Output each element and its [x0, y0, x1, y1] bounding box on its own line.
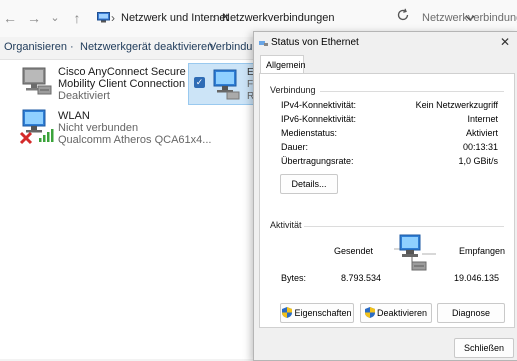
connection-device: Qualcomm Atheros QCA61x4...: [58, 134, 212, 146]
list-item-ethernet-selected[interactable]: ✓ Et Fi R: [188, 63, 258, 105]
duration-value: 00:13:31: [462, 142, 498, 152]
network-connection-icon: [259, 41, 268, 46]
received-label: Empfangen: [459, 246, 506, 256]
disable-network-device-button[interactable]: Netzwerkgerät deaktivieren: [80, 41, 213, 53]
bytes-sent-value: 8.793.534: [341, 273, 382, 283]
connection-section-label: Verbindung: [270, 85, 316, 95]
connection-name-line2: Mobility Client Connection: [58, 78, 186, 90]
dialog-title: Status von Ethernet: [271, 37, 359, 48]
search-input[interactable]: Netzwerkverbindungen d: [416, 6, 517, 30]
network-activity-icon: [394, 234, 436, 271]
speed-label: Übertragungsrate:: [281, 156, 354, 166]
properties-button[interactable]: Eigenschaften: [280, 303, 354, 323]
tab-general[interactable]: Allgemein: [260, 55, 306, 75]
ipv4-value: Kein Netzwerkzugriff: [415, 100, 498, 110]
duration-label: Dauer:: [281, 142, 309, 152]
disable-button[interactable]: Deaktivieren: [360, 303, 432, 323]
ipv6-value: Internet: [467, 114, 498, 124]
general-tab-panel: Verbindung IPv4-Konnektivität: Kein Netz…: [259, 73, 515, 328]
list-item-wlan[interactable]: WLAN Nicht verbunden Qualcomm Atheros QC…: [17, 108, 211, 148]
forward-arrow-icon[interactable]: →: [26, 10, 42, 26]
list-item-cisco-anyconnect[interactable]: Cisco AnyConnect Secure Mobility Client …: [17, 64, 187, 104]
control-panel-network-icon: [97, 12, 110, 23]
ipv4-label: IPv4-Konnektivität:: [281, 100, 357, 110]
recent-locations-chevron-icon[interactable]: ⌄: [47, 10, 63, 26]
close-icon[interactable]: ✕: [500, 35, 510, 49]
vpn-adapter-icon: [22, 67, 52, 95]
sent-label: Gesendet: [334, 246, 374, 256]
ipv6-label: IPv6-Konnektivität:: [281, 114, 357, 124]
ethernet-adapter-icon: [213, 69, 240, 100]
activity-section-label: Aktivität: [270, 220, 302, 230]
connection-status: Deaktiviert: [58, 90, 110, 102]
bytes-received-value: 19.046.135: [454, 273, 500, 283]
media-status-label: Medienstatus:: [281, 128, 338, 138]
media-status-value: Aktiviert: [465, 128, 498, 138]
selection-checkbox[interactable]: ✓: [194, 77, 205, 88]
properties-button-label: Eigenschaften: [294, 308, 352, 318]
speed-value: 1,0 GBit/s: [458, 156, 498, 166]
connection-name: WLAN: [58, 110, 90, 122]
breadcrumb-network-connections[interactable]: Netzwerkverbindungen: [222, 12, 335, 24]
connection-name: Cisco AnyConnect Secure: [58, 66, 186, 78]
connection-status: Nicht verbunden: [58, 122, 139, 134]
wifi-adapter-disconnected-icon: [19, 109, 54, 145]
divider: [320, 91, 504, 92]
dialog-title-bar[interactable]: Status von Ethernet ✕: [254, 32, 517, 52]
bytes-label: Bytes:: [281, 273, 307, 283]
breadcrumb-separator: ›: [111, 11, 115, 25]
uac-shield-icon: [364, 307, 375, 318]
organize-menu[interactable]: Organisieren ·: [4, 41, 74, 53]
uac-shield-icon: [282, 307, 293, 318]
address-box[interactable]: › Netzwerk und Internet › Netzwerkverbin…: [93, 6, 475, 30]
details-button[interactable]: Details...: [280, 174, 338, 194]
divider: [304, 226, 504, 227]
back-arrow-icon[interactable]: ←: [2, 10, 18, 26]
search-placeholder: Netzwerkverbindungen d: [422, 12, 517, 24]
tab-general-label: Allgemein: [266, 60, 306, 70]
refresh-icon[interactable]: [396, 8, 410, 22]
disable-button-label: Deaktivieren: [376, 308, 428, 318]
breadcrumb-separator: ›: [212, 11, 216, 25]
ethernet-status-dialog: Status von Ethernet ✕ Allgemein Verbindu…: [253, 31, 517, 361]
up-arrow-icon[interactable]: ↑: [69, 10, 85, 26]
close-button[interactable]: Schließen: [454, 338, 514, 358]
diagnose-button[interactable]: Diagnose: [437, 303, 505, 323]
